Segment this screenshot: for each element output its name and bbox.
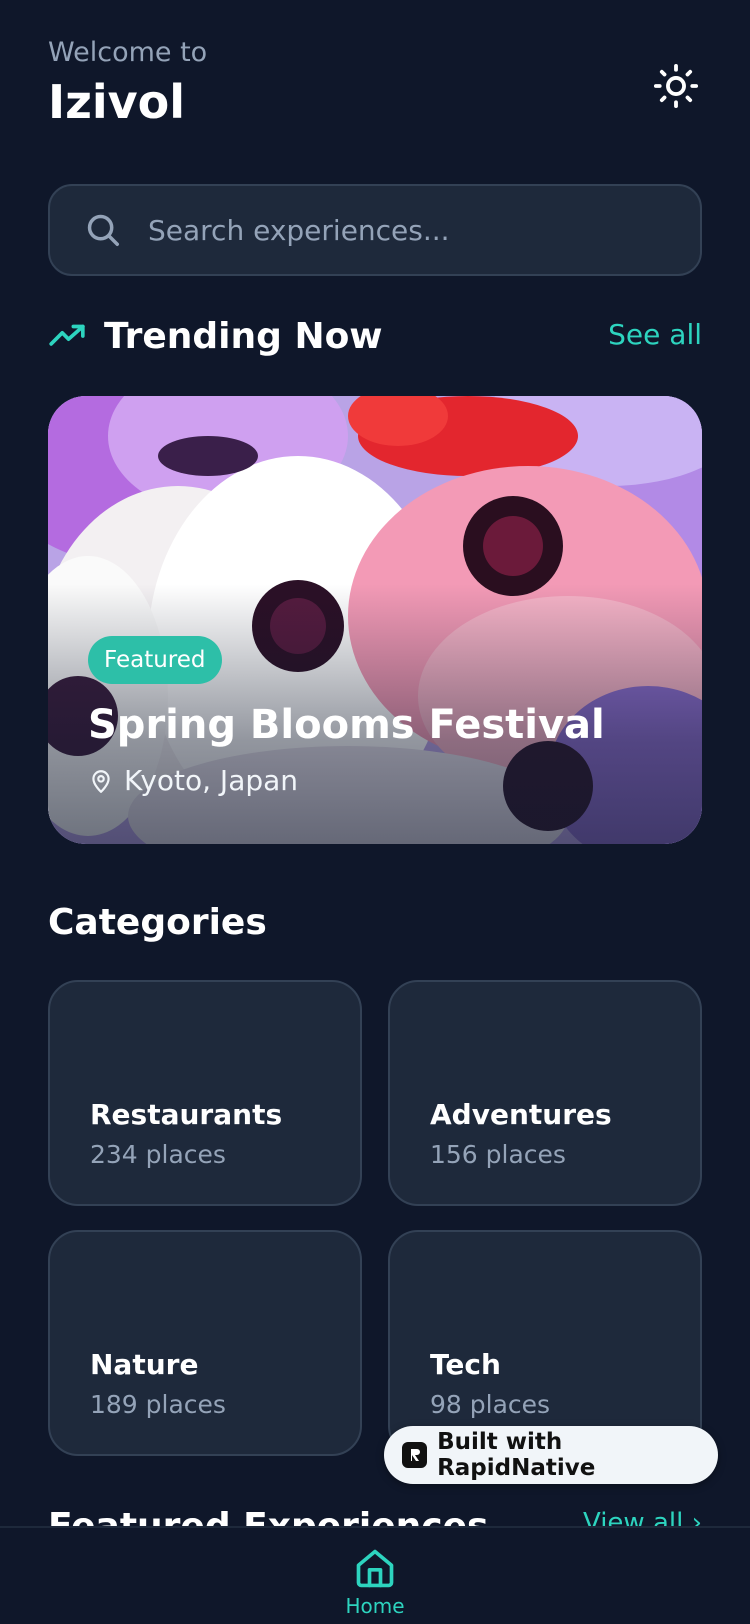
trending-up-icon — [49, 324, 85, 346]
see-all-link[interactable]: See all — [608, 318, 702, 351]
category-name: Tech — [430, 1348, 501, 1381]
category-count: 156 places — [430, 1140, 566, 1169]
home-icon — [356, 1549, 394, 1588]
built-with-label: Built with RapidNative — [437, 1429, 596, 1481]
card-location: Kyoto, Japan — [88, 764, 298, 797]
built-with-badge[interactable]: Built with RapidNative — [384, 1426, 718, 1484]
sun-icon — [653, 63, 699, 109]
category-card-nature[interactable]: Nature 189 places — [48, 1230, 362, 1456]
category-card-tech[interactable]: Tech 98 places — [388, 1230, 702, 1456]
categories-title: Categories — [48, 901, 267, 943]
trending-header: Trending Now See all — [48, 312, 702, 360]
trending-title: Trending Now — [104, 315, 383, 357]
app-title: Izivol — [48, 75, 186, 129]
featured-badge: Featured — [88, 636, 222, 684]
search-icon — [87, 214, 119, 246]
search-bar[interactable] — [48, 184, 702, 276]
category-name: Nature — [90, 1348, 199, 1381]
map-pin-icon — [92, 769, 110, 793]
card-location-text: Kyoto, Japan — [124, 764, 299, 797]
category-card-adventures[interactable]: Adventures 156 places — [388, 980, 702, 1206]
category-count: 234 places — [90, 1140, 226, 1169]
categories-header: Categories — [48, 898, 702, 946]
card-title: Spring Blooms Festival — [88, 702, 605, 748]
theme-toggle-button[interactable] — [650, 60, 702, 112]
featured-experience-card[interactable]: Featured Spring Blooms Festival Kyoto, J… — [48, 396, 702, 844]
tab-home[interactable]: Home — [335, 1528, 415, 1624]
search-input[interactable] — [148, 213, 628, 247]
rapidnative-logo-icon — [402, 1442, 428, 1468]
header: Welcome to Izivol — [48, 36, 702, 136]
category-count: 98 places — [430, 1390, 551, 1419]
category-card-restaurants[interactable]: Restaurants 234 places — [48, 980, 362, 1206]
category-name: Restaurants — [90, 1098, 283, 1131]
category-count: 189 places — [90, 1390, 226, 1419]
category-name: Adventures — [430, 1098, 612, 1131]
tab-home-label: Home — [345, 1594, 405, 1618]
welcome-text: Welcome to — [48, 37, 208, 68]
bottom-tab-bar: Home — [0, 1526, 750, 1624]
